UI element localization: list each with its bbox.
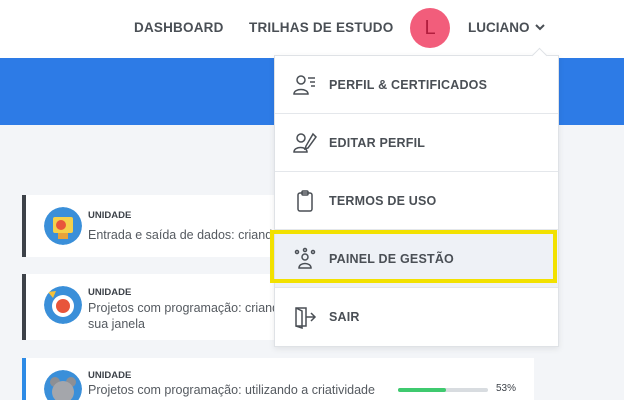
avatar[interactable]: L: [410, 8, 450, 48]
unit-icon: [44, 286, 82, 324]
edit-profile-icon: [293, 132, 317, 153]
management-panel-icon: [294, 247, 316, 269]
unit-title: Entrada e saída de dados: criando: [88, 228, 280, 242]
logout-icon: [295, 307, 317, 329]
nav-dashboard-link[interactable]: DASHBOARD: [134, 20, 224, 35]
menu-item-label: PERFIL & CERTIFICADOS: [329, 78, 488, 92]
profile-certificates-icon: [293, 75, 315, 95]
progress-fill: [398, 388, 446, 392]
menu-item-termos-de-uso[interactable]: TERMOS DE USO: [275, 172, 558, 230]
menu-item-sair[interactable]: SAIR: [275, 288, 558, 346]
nav-trilhas-link[interactable]: TRILHAS DE ESTUDO: [249, 20, 393, 35]
unit-label: UNIDADE: [88, 287, 132, 298]
progress-percent: 53%: [496, 383, 517, 394]
clipboard-icon: [297, 190, 313, 212]
menu-item-painel-de-gestao[interactable]: PAINEL DE GESTÃO: [275, 230, 558, 288]
unit-title: Projetos com programação: criand sua jan…: [88, 300, 279, 332]
unit-label: UNIDADE: [88, 210, 132, 221]
unit-title-line: Projetos com programação: criand: [88, 301, 280, 315]
chevron-down-icon[interactable]: [534, 21, 546, 33]
user-dropdown-menu: PERFIL & CERTIFICADOS EDITAR PERFIL TERM…: [274, 55, 559, 347]
menu-item-label: PAINEL DE GESTÃO: [329, 252, 454, 266]
menu-item-perfil-certificados[interactable]: PERFIL & CERTIFICADOS: [275, 56, 558, 114]
top-navbar: DASHBOARD TRILHAS DE ESTUDO L LUCIANO: [0, 0, 624, 58]
progress-bar: [398, 388, 488, 392]
menu-item-label: EDITAR PERFIL: [329, 136, 426, 150]
menu-item-editar-perfil[interactable]: EDITAR PERFIL: [275, 114, 558, 172]
user-menu-name[interactable]: LUCIANO: [468, 20, 530, 35]
unit-card[interactable]: UNIDADE Projetos com programação: utiliz…: [22, 358, 534, 400]
menu-item-label: TERMOS DE USO: [329, 194, 437, 208]
menu-item-label: SAIR: [329, 310, 360, 324]
unit-icon: [44, 370, 82, 400]
unit-icon: [44, 207, 82, 245]
unit-title-line: sua janela: [88, 317, 145, 331]
unit-label: UNIDADE: [88, 370, 132, 381]
unit-title: Projetos com programação: utilizando a c…: [88, 383, 375, 397]
